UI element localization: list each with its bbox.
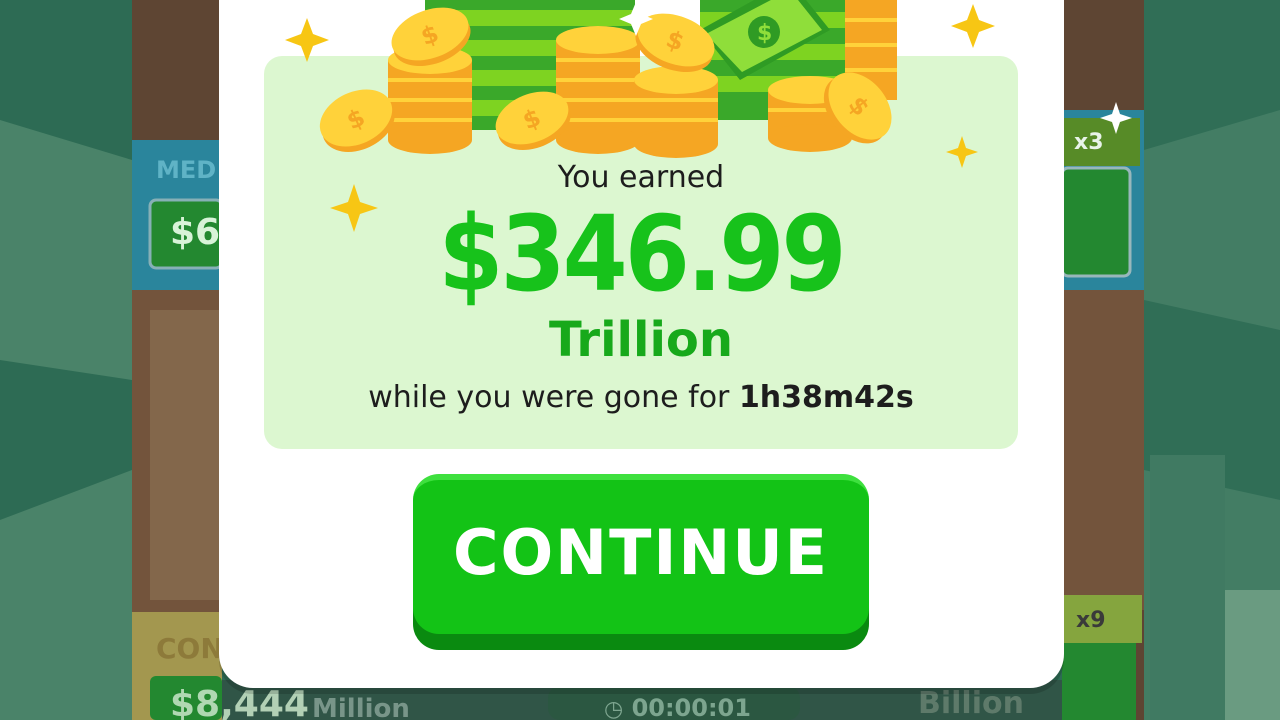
earned-amount: $346.99	[438, 193, 846, 315]
bg-card-unit: Billion	[918, 686, 1024, 720]
bg-badge: x9	[1076, 608, 1106, 633]
away-prefix: while you were gone for	[368, 380, 739, 415]
bg-badge: x3	[1074, 130, 1104, 155]
timer-icon: ◷	[604, 697, 624, 720]
earned-label: You earned	[557, 160, 725, 195]
continue-button[interactable]: CONTINUE	[413, 474, 869, 650]
bg-card-value: $8,444	[170, 684, 309, 720]
bg-card-label: CON	[156, 632, 224, 665]
earned-unit: Trillion	[548, 312, 734, 368]
continue-button-label: CONTINUE	[452, 516, 830, 589]
away-duration-text: while you were gone for 1h38m42s	[264, 380, 1018, 415]
away-duration: 1h38m42s	[738, 380, 914, 415]
bg-card-label: MED	[156, 156, 217, 184]
bg-timer: ◷ 00:00:01	[604, 694, 751, 720]
bg-card-value: $6	[170, 212, 221, 253]
bg-timer-value: 00:00:01	[631, 694, 751, 720]
bg-card-unit: Million	[312, 694, 410, 720]
